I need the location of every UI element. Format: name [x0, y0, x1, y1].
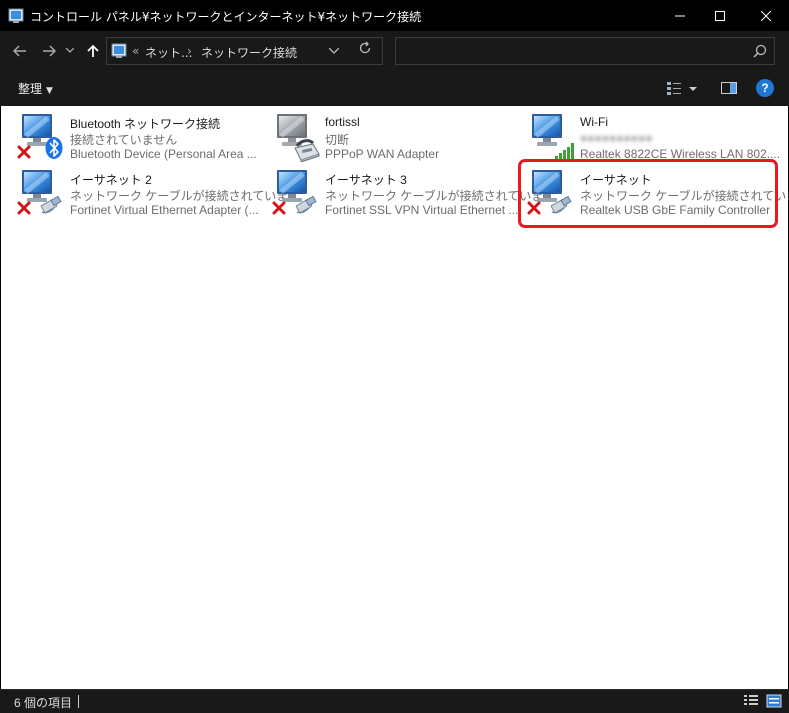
connections-view: Bluetooth ネットワーク接続 接続されていません Bluetooth D…	[1, 106, 789, 689]
organize-label: 整理	[18, 82, 43, 96]
breadcrumb-item-network[interactable]: ネット...	[145, 44, 192, 61]
details-view-button[interactable]	[743, 694, 761, 710]
status-bar: 6 個の項目	[0, 689, 789, 713]
connection-item-ethernet-2[interactable]: イーサネット 2 ネットワーク ケーブルが接続されていま... Fortinet…	[16, 166, 298, 220]
breadcrumb-item-connections[interactable]: ネットワーク接続	[201, 44, 297, 61]
connection-name: fortissl	[325, 115, 360, 129]
arrow-right-icon	[43, 45, 56, 57]
ethernet-adapter-icon	[272, 168, 317, 215]
connection-status: 切断	[325, 133, 350, 147]
wifi-signal-icon	[555, 143, 574, 160]
tiles-view-button[interactable]	[766, 694, 784, 710]
search-icon	[753, 44, 767, 58]
organize-button[interactable]: 整理 ▼	[18, 80, 53, 97]
help-button[interactable]: ?	[756, 79, 774, 97]
dialup-modem-icon	[271, 112, 320, 162]
window-title: コントロール パネル¥ネットワークとインターネット¥ネットワーク接続	[30, 10, 422, 24]
control-panel-icon	[111, 43, 127, 58]
connection-device: Fortinet SSL VPN Virtual Ethernet ...	[325, 203, 519, 217]
minimize-icon	[675, 15, 685, 16]
preview-pane-icon	[721, 82, 737, 94]
connection-item-ethernet-3[interactable]: イーサネット 3 ネットワーク ケーブルが接続されていま... Fortinet…	[271, 166, 553, 220]
change-view-button[interactable]	[666, 80, 684, 96]
title-bar: コントロール パネル¥ネットワークとインターネット¥ネットワーク接続	[0, 0, 789, 31]
connection-device: Bluetooth Device (Personal Area ...	[70, 147, 257, 161]
highlight-annotation	[518, 159, 778, 228]
details-view-icon	[744, 695, 758, 705]
refresh-button[interactable]	[358, 41, 372, 59]
connection-name: Bluetooth ネットワーク接続	[70, 117, 221, 131]
wifi-adapter-icon	[526, 112, 574, 160]
close-icon	[761, 10, 771, 21]
up-button[interactable]	[82, 40, 104, 62]
address-dropdown-button[interactable]	[328, 44, 340, 57]
connection-name: Wi-Fi	[580, 115, 608, 129]
address-bar[interactable]: « ネット... › ネットワーク接続	[106, 37, 383, 65]
connection-status: ネットワーク ケーブルが接続されていま...	[70, 189, 299, 203]
command-bar: 整理 ▼ ?	[0, 71, 789, 106]
search-input[interactable]	[395, 37, 775, 65]
connection-name: イーサネット 3	[325, 173, 407, 187]
back-button[interactable]	[9, 40, 31, 62]
connection-device: Fortinet Virtual Ethernet Adapter (...	[70, 203, 259, 217]
maximize-icon	[715, 10, 725, 21]
connection-name: イーサネット 2	[70, 173, 152, 187]
chevron-down-icon	[328, 47, 340, 54]
breadcrumb-separator: ›	[187, 44, 192, 58]
item-count: 6 個の項目	[14, 696, 73, 710]
navigation-bar: « ネット... › ネットワーク接続	[0, 31, 789, 71]
chevron-down-icon	[66, 48, 74, 53]
arrow-left-icon	[13, 45, 26, 57]
forward-button[interactable]	[38, 40, 60, 62]
caret-down-icon: ▼	[46, 86, 53, 96]
breadcrumb-overflow[interactable]: «	[132, 44, 139, 58]
arrow-up-icon	[87, 44, 99, 57]
maximize-button[interactable]	[697, 0, 743, 31]
close-button[interactable]	[743, 0, 789, 31]
connection-item-bluetooth[interactable]: Bluetooth ネットワーク接続 接続されていません Bluetooth D…	[16, 110, 270, 164]
view-options-dropdown[interactable]	[688, 80, 700, 96]
large-icons-view-icon	[766, 694, 782, 708]
view-tiles-icon	[667, 82, 681, 95]
connection-item-wifi[interactable]: Wi-Fi ●●●●●●●●●● Realtek 8822CE Wireless…	[526, 110, 780, 164]
preview-pane-button[interactable]	[720, 80, 738, 96]
recent-locations-button[interactable]	[63, 40, 77, 62]
connection-item-fortissl[interactable]: fortissl 切断 PPPoP WAN Adapter	[271, 110, 525, 164]
caret-down-icon	[689, 87, 697, 91]
connection-device: PPPoP WAN Adapter	[325, 147, 440, 161]
refresh-icon	[359, 41, 371, 54]
control-panel-icon	[8, 8, 24, 23]
connection-status: 接続されていません	[70, 133, 178, 147]
connection-status: ●●●●●●●●●●	[580, 131, 653, 145]
bluetooth-adapter-icon	[17, 112, 63, 159]
ethernet-adapter-icon	[17, 168, 62, 215]
status-divider	[78, 695, 79, 708]
